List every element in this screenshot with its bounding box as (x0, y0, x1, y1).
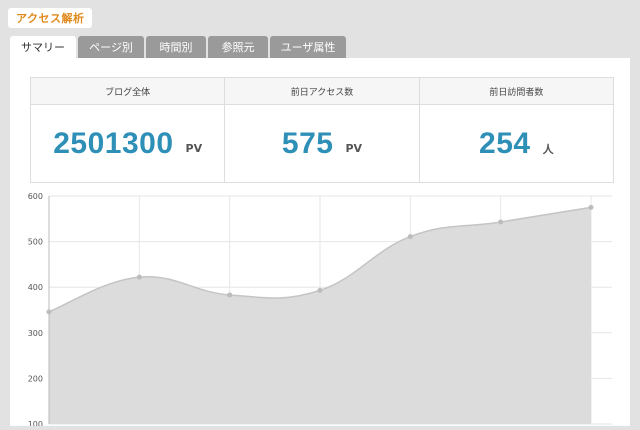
stat-blog-total-label: ブログ全体 (31, 78, 225, 105)
stat-prev-day-access-label: 前日アクセス数 (225, 78, 419, 105)
tab-by-time[interactable]: 時間別 (146, 36, 206, 58)
access-chart-svg: 100 200 300 400 500 600 (28, 192, 612, 429)
data-point (317, 287, 323, 293)
data-point (227, 292, 233, 298)
tab-by-time-label: 時間別 (159, 41, 193, 54)
page-title-text: アクセス解析 (16, 12, 85, 25)
page-title: アクセス解析 (8, 8, 93, 28)
tab-by-page[interactable]: ページ別 (78, 36, 144, 58)
data-point (588, 204, 594, 210)
tab-by-page-label: ページ別 (89, 41, 133, 54)
y-tick-label: 300 (28, 329, 43, 338)
tab-user-attributes-label: ユーザ属性 (280, 41, 336, 54)
y-tick-label: 500 (28, 238, 43, 247)
tab-referrer[interactable]: 参照元 (208, 36, 268, 58)
y-tick-label: 600 (28, 192, 43, 201)
stat-prev-day-visitors-value: 254 (479, 126, 531, 160)
stat-blog-total: ブログ全体 2501300 PV (31, 78, 226, 182)
tab-summary[interactable]: サマリー (10, 36, 76, 58)
y-tick-label: 200 (28, 374, 43, 383)
stat-blog-total-value: 2501300 (53, 126, 174, 160)
y-tick-label: 100 (28, 420, 43, 426)
stat-prev-day-access: 前日アクセス数 575 PV (225, 78, 420, 182)
stats-table: ブログ全体 2501300 PV 前日アクセス数 575 PV 前日訪問者数 2… (30, 77, 614, 183)
data-point (136, 274, 142, 280)
y-tick-label: 400 (28, 283, 43, 292)
tab-bar: サマリー ページ別 時間別 参照元 ユーザ属性 (10, 36, 346, 58)
tab-referrer-label: 参照元 (221, 41, 255, 54)
tab-summary-label: サマリー (21, 41, 65, 54)
data-point (407, 234, 413, 240)
data-point (498, 219, 504, 225)
summary-panel: ブログ全体 2501300 PV 前日アクセス数 575 PV 前日訪問者数 2… (10, 58, 630, 429)
stat-prev-day-visitors-unit: 人 (542, 142, 554, 156)
access-chart: 100 200 300 400 500 600 (10, 186, 630, 430)
stat-prev-day-visitors-label: 前日訪問者数 (419, 78, 613, 105)
stat-prev-day-access-unit: PV (345, 142, 363, 155)
stat-prev-day-access-value: 575 (281, 126, 334, 160)
stat-blog-total-unit: PV (185, 142, 203, 155)
stat-prev-day-visitors: 前日訪問者数 254 人 (419, 78, 613, 182)
tab-user-attributes[interactable]: ユーザ属性 (270, 36, 346, 58)
